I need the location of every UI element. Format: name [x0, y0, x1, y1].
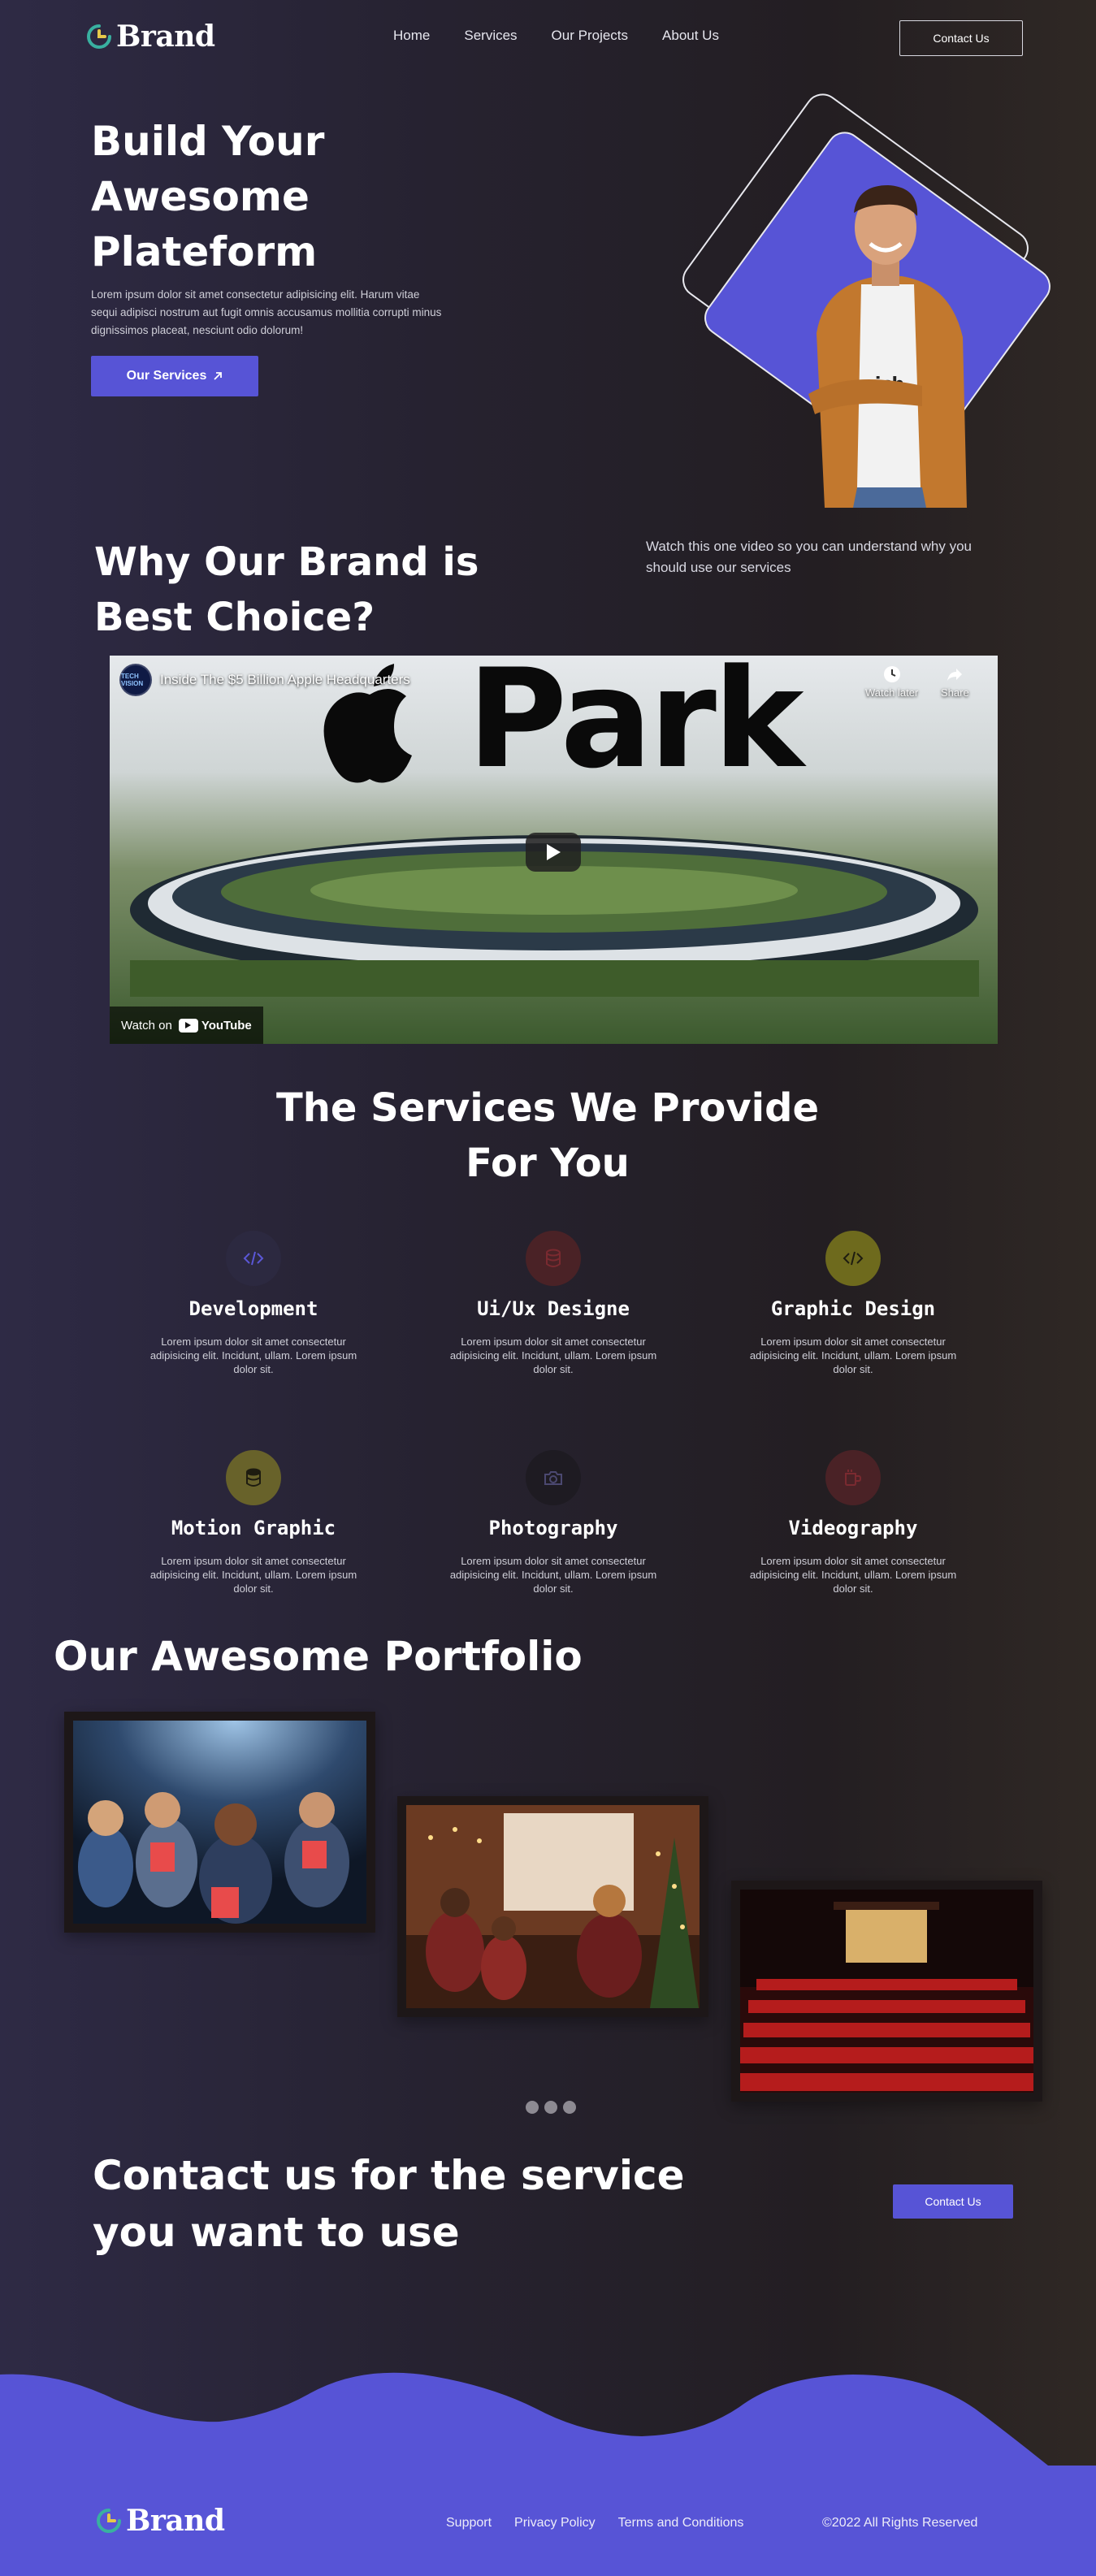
- portfolio-image-home-movie: [406, 1805, 700, 2008]
- footer-links: Support Privacy Policy Terms and Conditi…: [446, 2516, 743, 2531]
- clock-icon: [883, 666, 900, 682]
- service-desc: Lorem ipsum dolor sit amet consectetur a…: [749, 1336, 957, 1375]
- service-icon-bg: [526, 1450, 581, 1505]
- play-icon: [547, 844, 561, 860]
- hero-title: Build Your Awesome Plateform: [91, 118, 325, 275]
- portfolio-card-home-movie[interactable]: [397, 1796, 708, 2017]
- code-icon: [843, 1251, 864, 1266]
- service-name: Videography: [788, 1517, 918, 1539]
- brand-name: Brand: [116, 19, 215, 54]
- youtube-wordmark: YouTube: [201, 1018, 252, 1033]
- service-card-graphic-design: Graphic Design Lorem ipsum dolor sit ame…: [731, 1231, 975, 1376]
- service-desc: Lorem ipsum dolor sit amet consectetur a…: [449, 1336, 657, 1375]
- footer-link-support[interactable]: Support: [446, 2516, 492, 2531]
- footer-link-terms[interactable]: Terms and Conditions: [618, 2516, 744, 2531]
- service-icon-bg: [526, 1231, 581, 1286]
- nav-item-about-us[interactable]: About Us: [662, 28, 719, 44]
- contact-title: Contact us for the service you want to u…: [93, 2152, 685, 2256]
- service-desc: Lorem ipsum dolor sit amet consectetur a…: [149, 1555, 357, 1595]
- hero-text: Lorem ipsum dolor sit amet consectetur a…: [91, 288, 442, 336]
- watch-later-button[interactable]: Watch later: [865, 665, 918, 699]
- service-icon-bg: [226, 1450, 281, 1505]
- services-title: The Services We Provide For You: [276, 1085, 819, 1186]
- arrow-up-right-icon: [214, 372, 223, 380]
- why-title: Why Our Brand is Best Choice?: [94, 539, 479, 640]
- carousel-dot[interactable]: [544, 2101, 557, 2114]
- service-card-uiux: Ui/Ux Designe Lorem ipsum dolor sit amet…: [431, 1231, 675, 1376]
- service-name: Development: [188, 1297, 318, 1320]
- service-card-videography: Videography Lorem ipsum dolor sit amet c…: [731, 1450, 975, 1595]
- why-text: Watch this one video so you can understa…: [646, 539, 972, 575]
- portfolio-title: Our Awesome Portfolio: [54, 1633, 583, 1680]
- service-card-photography: Photography Lorem ipsum dolor sit amet c…: [431, 1450, 675, 1595]
- service-name: Ui/Ux Designe: [477, 1297, 630, 1320]
- carousel-dot[interactable]: [526, 2101, 539, 2114]
- youtube-play-icon: [178, 1018, 198, 1033]
- video-title[interactable]: Inside The $5 Billion Apple Headquarters: [160, 672, 410, 688]
- service-card-development: Development Lorem ipsum dolor sit amet c…: [132, 1231, 375, 1376]
- portfolio-image-theater-seats: [740, 1890, 1033, 2093]
- portfolio-card-theater-seats[interactable]: [731, 1881, 1042, 2102]
- mug-icon: [845, 1470, 862, 1486]
- service-desc: Lorem ipsum dolor sit amet consectetur a…: [449, 1555, 657, 1595]
- service-card-motion-graphic: Motion Graphic Lorem ipsum dolor sit ame…: [132, 1450, 375, 1595]
- our-services-button[interactable]: Our Services: [91, 356, 258, 396]
- our-services-label: Our Services: [126, 369, 207, 383]
- code-icon: [243, 1251, 264, 1266]
- nav-item-home[interactable]: Home: [393, 28, 430, 44]
- service-desc: Lorem ipsum dolor sit amet consectetur a…: [149, 1336, 357, 1375]
- database-icon: [246, 1468, 261, 1487]
- footer-link-privacy-policy[interactable]: Privacy Policy: [514, 2516, 596, 2531]
- service-desc: Lorem ipsum dolor sit amet consectetur a…: [749, 1555, 957, 1595]
- database-icon: [546, 1249, 561, 1267]
- portfolio-carousel-dots: [526, 2101, 576, 2114]
- video-header: TECH VISION Inside The $5 Billion Apple …: [119, 664, 410, 696]
- nav-contact-button[interactable]: Contact Us: [899, 20, 1023, 56]
- service-name: Motion Graphic: [171, 1517, 336, 1539]
- channel-avatar[interactable]: TECH VISION: [119, 664, 152, 696]
- service-name: Graphic Design: [770, 1297, 936, 1320]
- service-icon-bg: [825, 1450, 881, 1505]
- contact-us-button[interactable]: Contact Us: [893, 2184, 1013, 2219]
- logo-mark-icon: [87, 24, 111, 49]
- service-icon-bg: [226, 1231, 281, 1286]
- youtube-logo: YouTube: [178, 1018, 252, 1033]
- logo-mark-icon: [97, 2509, 121, 2533]
- portfolio-card-cinema-audience[interactable]: [64, 1712, 375, 1933]
- share-icon: [947, 669, 963, 681]
- service-name: Photography: [488, 1517, 618, 1539]
- nav-item-our-projects[interactable]: Our Projects: [552, 28, 628, 44]
- carousel-dot[interactable]: [563, 2101, 576, 2114]
- watch-on-youtube[interactable]: Watch on YouTube: [110, 1007, 263, 1044]
- portfolio-image-cinema-audience: [73, 1721, 366, 1924]
- watch-on-label: Watch on: [121, 1018, 172, 1033]
- footer-copyright: ©2022 All Rights Reserved: [822, 2516, 978, 2530]
- footer-brand-logo[interactable]: Brand: [95, 2504, 225, 2538]
- footer-brand-name: Brand: [126, 2504, 225, 2538]
- camera-icon: [544, 1471, 562, 1485]
- main-nav: Home Services Our Projects About Us: [393, 28, 719, 44]
- hero-person-image: ich: [808, 185, 967, 508]
- service-icon-bg: [825, 1231, 881, 1286]
- play-button[interactable]: [526, 833, 581, 872]
- video-headline: Park: [467, 656, 804, 799]
- share-label: Share: [941, 686, 969, 699]
- share-button[interactable]: Share: [941, 665, 969, 699]
- brand-logo[interactable]: Brand: [85, 19, 215, 54]
- footer-wave: [0, 2372, 1096, 2576]
- watch-later-label: Watch later: [865, 686, 919, 699]
- video-player[interactable]: Park TECH VISION Inside The $5 Billion A…: [110, 656, 998, 1044]
- nav-item-services[interactable]: Services: [464, 28, 517, 44]
